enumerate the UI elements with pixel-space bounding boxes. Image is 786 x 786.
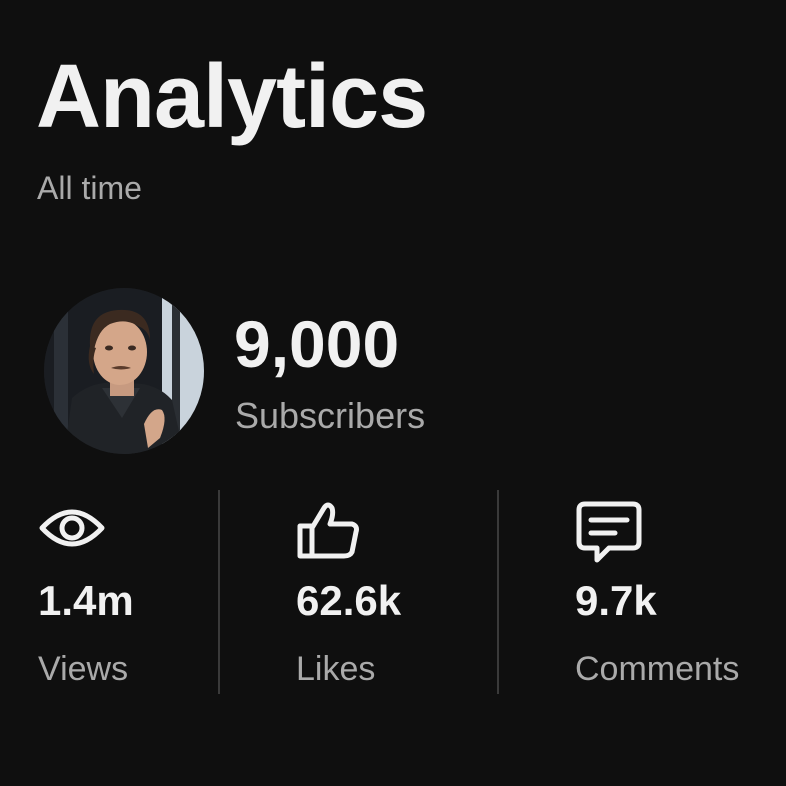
- comment-icon: [575, 500, 643, 569]
- views-value: 1.4m: [38, 577, 134, 624]
- likes-value: 62.6k: [296, 577, 402, 624]
- comments-value: 9.7k: [575, 577, 657, 624]
- avatar[interactable]: [44, 288, 204, 454]
- comments-label: Comments: [575, 650, 740, 688]
- thumbs-up-icon: [296, 500, 362, 565]
- page-title: Analytics: [36, 47, 428, 147]
- subscriber-label: Subscribers: [235, 395, 426, 436]
- profile-photo-icon: [44, 288, 204, 454]
- eye-icon: [38, 500, 106, 561]
- time-period-label: All time: [37, 170, 142, 206]
- divider: [497, 490, 499, 694]
- divider: [218, 490, 220, 694]
- likes-label: Likes: [296, 650, 376, 688]
- views-label: Views: [38, 650, 129, 688]
- subscriber-count: 9,000: [234, 307, 400, 381]
